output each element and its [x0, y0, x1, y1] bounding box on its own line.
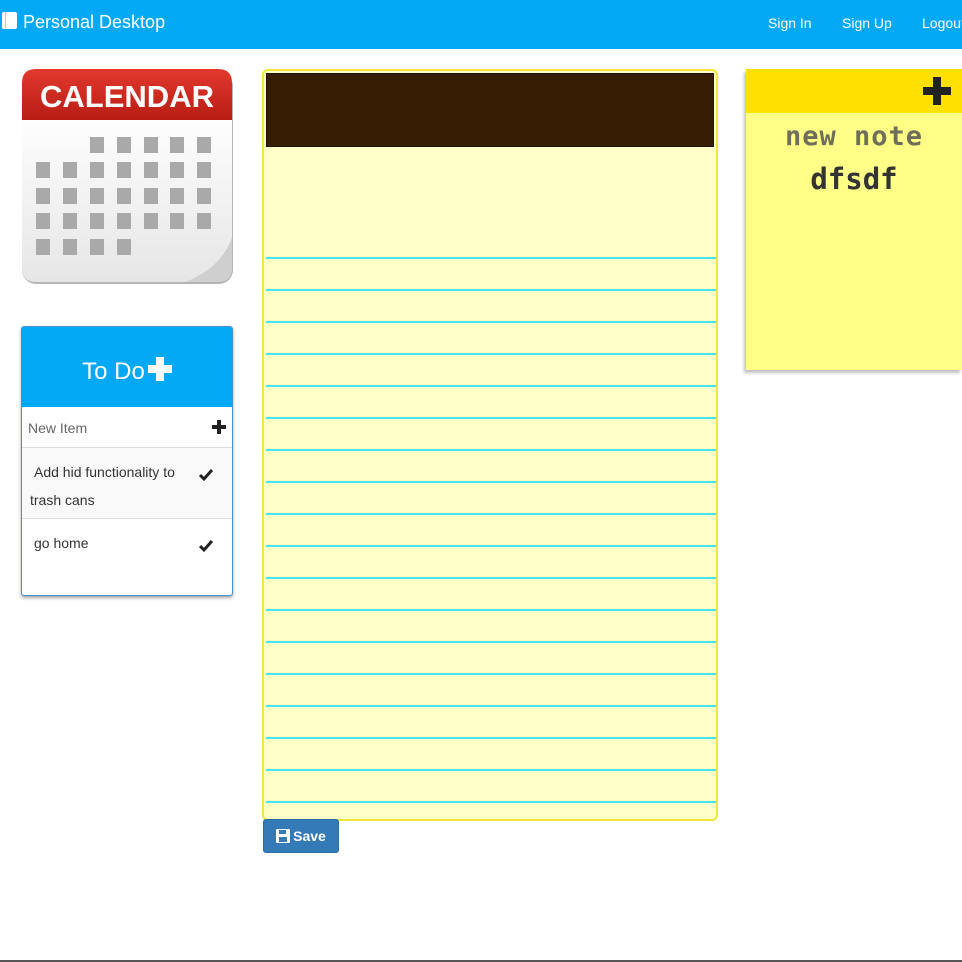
todo-item-text: go home — [34, 535, 89, 551]
new-item-row — [22, 407, 232, 448]
sticky-note: new note dfsdf — [746, 69, 962, 370]
brand-link[interactable]: Personal Desktop — [2, 12, 165, 33]
sticky-note-header — [746, 69, 962, 113]
notepad — [262, 69, 718, 821]
floppy-disk-icon — [276, 829, 291, 843]
calendar-widget[interactable]: CALENDAR — [21, 68, 233, 284]
sign-up-link[interactable]: Sign Up — [842, 15, 892, 31]
todo-item: go home — [22, 519, 232, 595]
check-icon[interactable] — [199, 468, 213, 482]
calendar-title: CALENDAR — [40, 79, 214, 114]
sign-in-link[interactable]: Sign In — [768, 15, 812, 31]
todo-item-text: Add hid functionality to trash cans — [30, 464, 175, 508]
add-todo-icon[interactable] — [147, 357, 172, 381]
todo-panel: To Do Add hid functionality to trash can… — [21, 326, 233, 596]
todo-item: Add hid functionality to trash cans — [22, 448, 232, 519]
save-button[interactable]: Save — [263, 819, 339, 853]
notepad-textarea[interactable] — [266, 149, 716, 819]
calendar-icon: CALENDAR — [22, 69, 233, 284]
check-icon[interactable] — [199, 539, 213, 553]
todo-title: To Do — [82, 358, 145, 385]
notepad-binding — [266, 73, 714, 147]
brand-label: Personal Desktop — [23, 12, 166, 32]
todo-header: To Do — [22, 327, 232, 407]
logout-link[interactable]: Logout — [922, 15, 962, 31]
navbar: Personal Desktop Sign In Sign Up Logout — [0, 0, 962, 49]
book-icon — [2, 12, 17, 29]
add-item-plus-icon[interactable] — [212, 420, 226, 434]
sticky-note-body[interactable]: dfsdf — [746, 162, 962, 196]
add-note-plus-icon[interactable] — [923, 77, 951, 105]
save-label: Save — [293, 828, 326, 844]
new-item-input[interactable] — [26, 416, 200, 440]
sticky-note-title[interactable]: new note — [746, 121, 962, 152]
